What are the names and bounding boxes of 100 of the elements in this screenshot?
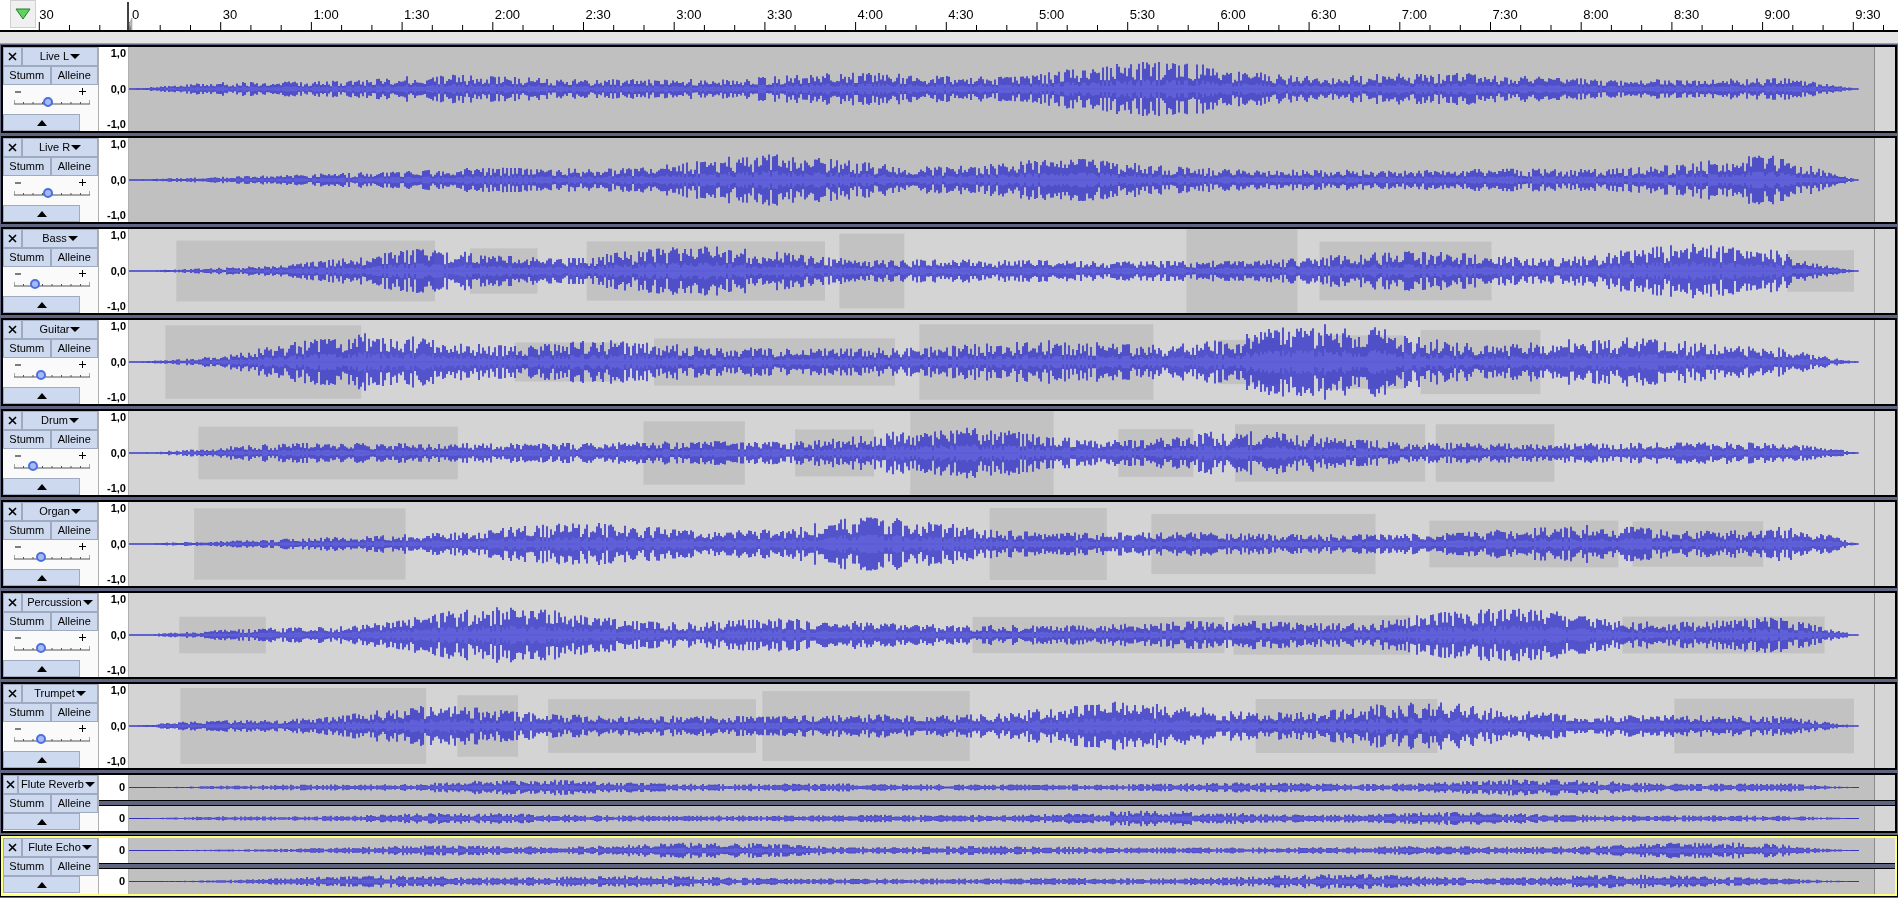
solo-button[interactable]: Alleine	[50, 794, 98, 813]
slider-thumb[interactable]	[36, 734, 46, 744]
time-label: 1:30	[404, 8, 430, 21]
gain-slider[interactable]	[14, 460, 87, 472]
collapse-button[interactable]	[3, 387, 80, 404]
close-icon	[8, 325, 17, 334]
slider-thumb[interactable]	[36, 552, 46, 562]
caret-icon	[82, 600, 93, 605]
minus-icon	[15, 182, 21, 184]
caret-icon	[67, 236, 78, 241]
track-name-menu[interactable]: Live L	[22, 47, 98, 66]
plus-icon	[79, 179, 86, 186]
solo-button[interactable]: Alleine	[50, 66, 98, 85]
empty-track-area	[1874, 775, 1895, 800]
up-arrow-icon	[36, 119, 47, 126]
scale-label: 0,0	[110, 83, 126, 95]
gain-slider[interactable]	[14, 733, 87, 745]
solo-button[interactable]: Alleine	[50, 521, 98, 540]
timeline-options-button[interactable]	[10, 0, 36, 28]
slider-thumb[interactable]	[30, 279, 41, 289]
gain-slider[interactable]	[14, 642, 87, 654]
up-arrow-icon	[36, 881, 47, 888]
plus-icon	[79, 452, 86, 459]
collapse-button[interactable]	[3, 876, 80, 893]
close-icon	[8, 507, 17, 516]
track-name-menu[interactable]: Bass	[22, 229, 98, 248]
track-name-menu[interactable]: Percussion	[22, 593, 98, 612]
solo-button[interactable]: Alleine	[50, 339, 98, 358]
scale-label: 1,0	[110, 685, 126, 696]
caret-icon	[81, 845, 92, 850]
slider-thumb[interactable]	[42, 97, 53, 107]
scale-label: 1,0	[110, 594, 126, 605]
slider-thumb[interactable]	[27, 461, 38, 471]
slider-thumb[interactable]	[42, 188, 53, 198]
solo-button[interactable]: Alleine	[50, 430, 98, 449]
mute-button[interactable]: Stumm	[3, 66, 51, 85]
slider-thumb[interactable]	[36, 643, 46, 653]
solo-button[interactable]: Alleine	[50, 612, 98, 631]
scale-label: 1,0	[110, 139, 126, 150]
mute-button[interactable]: Stumm	[3, 703, 51, 722]
collapse-button[interactable]	[3, 751, 80, 768]
plus-icon	[79, 725, 86, 732]
gain-slider[interactable]	[14, 551, 87, 563]
solo-button[interactable]: Alleine	[50, 703, 98, 722]
collapse-button[interactable]	[3, 205, 80, 222]
collapse-button[interactable]	[3, 813, 80, 830]
time-label: 4:30	[948, 8, 974, 21]
time-label: 1:00	[313, 8, 339, 21]
mute-button[interactable]: Stumm	[3, 612, 51, 631]
caret-icon	[70, 327, 81, 332]
time-label: 0	[132, 8, 140, 21]
track-name-menu[interactable]: Trumpet	[22, 684, 98, 703]
scale-label: 0,0	[110, 174, 126, 186]
time-label: 5:30	[1129, 8, 1155, 21]
close-icon	[8, 143, 17, 152]
solo-button[interactable]: Alleine	[50, 857, 98, 876]
up-arrow-icon	[36, 392, 47, 399]
mute-button[interactable]: Stumm	[3, 521, 51, 540]
scale-label: -1,0	[107, 574, 126, 585]
close-icon	[8, 843, 17, 852]
mute-button[interactable]: Stumm	[3, 430, 51, 449]
time-label: 9:00	[1764, 8, 1790, 21]
plus-icon	[79, 361, 86, 368]
gain-slider[interactable]	[14, 187, 87, 199]
gain-slider[interactable]	[14, 278, 87, 290]
track-name-menu[interactable]: Guitar	[22, 320, 98, 339]
gain-slider[interactable]	[14, 369, 87, 381]
close-icon	[8, 598, 17, 607]
timeline-ruler[interactable]: 30 0 30 1:00 1:30 2:00 2:30 3:00 3:30 4:00 4:30 5:00 5:30 6:00 6:30 7:00 7:30 8:00 8:30 9:00 9:30	[0, 0, 1898, 32]
minus-icon	[15, 455, 21, 457]
collapse-button[interactable]	[3, 114, 80, 131]
mute-button[interactable]: Stumm	[3, 857, 51, 876]
mute-button[interactable]: Stumm	[3, 339, 51, 358]
solo-button[interactable]: Alleine	[50, 157, 98, 176]
solo-button[interactable]: Alleine	[50, 248, 98, 267]
scale-label: 0	[118, 876, 125, 887]
slider-thumb[interactable]	[36, 370, 46, 380]
collapse-button[interactable]	[3, 660, 80, 677]
mute-button[interactable]: Stumm	[3, 248, 51, 267]
caret-icon	[68, 418, 79, 423]
track-name-menu[interactable]: Drum	[22, 411, 98, 430]
track-name-menu[interactable]: Flute Reverb	[18, 775, 98, 794]
mute-button[interactable]: Stumm	[3, 157, 51, 176]
minus-icon	[15, 637, 21, 639]
collapse-button[interactable]	[3, 569, 80, 586]
gain-slider[interactable]	[14, 96, 87, 108]
scale-label: 1,0	[110, 412, 126, 423]
collapse-button[interactable]	[3, 478, 80, 495]
empty-track-area	[1874, 869, 1895, 894]
mute-button[interactable]: Stumm	[3, 794, 51, 813]
up-arrow-icon	[36, 574, 47, 581]
time-label: 5:00	[1039, 8, 1065, 21]
track-name-menu[interactable]: Live R	[22, 138, 98, 157]
collapse-button[interactable]	[3, 296, 80, 313]
close-track-button[interactable]	[3, 775, 18, 794]
time-label: 8:30	[1673, 8, 1700, 21]
track-name-menu[interactable]: Organ	[22, 502, 98, 521]
close-icon	[8, 234, 17, 243]
close-icon	[8, 689, 17, 698]
track-name-menu[interactable]: Flute Echo	[22, 838, 98, 857]
